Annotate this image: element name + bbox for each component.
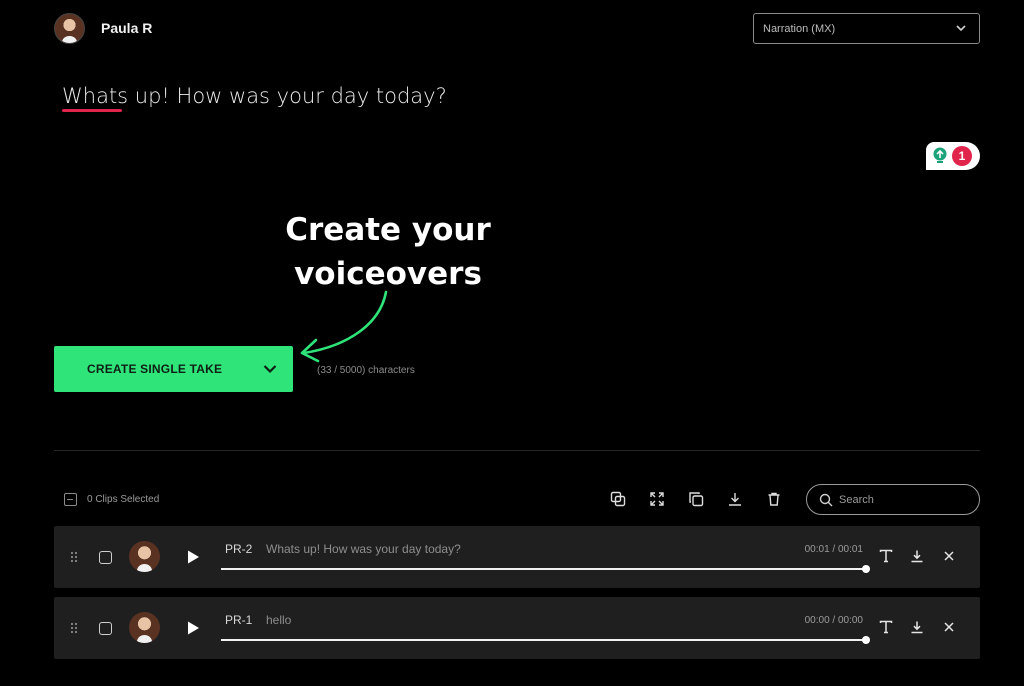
clip-progress-thumb[interactable] — [862, 636, 870, 644]
chevron-down-icon[interactable] — [262, 361, 278, 377]
search-icon — [819, 493, 833, 506]
chevron-down-icon — [956, 25, 966, 32]
create-button-label: CREATE SINGLE TAKE — [87, 362, 223, 376]
create-single-take-button[interactable]: CREATE SINGLE TAKE — [54, 346, 293, 392]
arrow-icon — [300, 290, 388, 363]
clip-progress-fill — [221, 639, 866, 641]
voice-avatar — [129, 612, 160, 643]
user-name: Paula R — [101, 20, 153, 36]
download-icon[interactable] — [726, 490, 744, 508]
voice-select-value: Narration (MX) — [763, 22, 836, 35]
download-icon[interactable] — [909, 548, 925, 564]
clip-text[interactable]: hello — [266, 613, 291, 627]
spellcheck-underline — [62, 109, 122, 112]
drag-handle-icon[interactable] — [70, 622, 78, 634]
close-icon[interactable] — [941, 548, 957, 564]
clip-checkbox[interactable] — [99, 551, 112, 564]
select-all-checkbox[interactable] — [64, 493, 77, 506]
suggestions-badge[interactable]: 1 — [926, 142, 980, 170]
voice-avatar — [129, 541, 160, 572]
user-avatar[interactable] — [54, 13, 85, 44]
clip-progress-slider[interactable] — [221, 636, 870, 644]
text-icon[interactable] — [878, 619, 894, 635]
clip-checkbox[interactable] — [99, 622, 112, 635]
voice-select[interactable]: Narration (MX) — [753, 13, 980, 44]
expand-icon[interactable] — [648, 490, 666, 508]
lightbulb-icon — [933, 147, 947, 163]
script-text-editor[interactable]: Whats up! How was your day today? — [62, 84, 447, 108]
clip-text[interactable]: Whats up! How was your day today? — [266, 542, 461, 556]
merge-icon[interactable] — [609, 490, 627, 508]
divider — [54, 450, 980, 451]
drag-handle-icon[interactable] — [70, 551, 78, 563]
suggestions-count: 1 — [952, 146, 972, 166]
clip-progress-slider[interactable] — [221, 565, 870, 573]
clip-row[interactable]: PR-2 Whats up! How was your day today? 0… — [54, 526, 980, 588]
clip-id: PR-2 — [225, 542, 253, 556]
play-icon[interactable] — [186, 549, 200, 565]
clip-progress-fill — [221, 568, 866, 570]
search-input[interactable] — [839, 493, 969, 506]
clip-time: 00:00 / 00:00 — [804, 615, 863, 626]
close-icon[interactable] — [941, 619, 957, 635]
annotation-line-1: Create your — [285, 212, 491, 248]
clip-time: 00:01 / 00:01 — [804, 544, 863, 555]
text-icon[interactable] — [878, 548, 894, 564]
play-icon[interactable] — [186, 620, 200, 636]
promo-annotation: Create your voiceovers — [280, 208, 496, 296]
clips-selected-label: 0 Clips Selected — [87, 494, 160, 505]
search-box[interactable] — [806, 484, 980, 515]
duplicate-icon[interactable] — [687, 490, 705, 508]
download-icon[interactable] — [909, 619, 925, 635]
clip-row[interactable]: PR-1 hello 00:00 / 00:00 — [54, 597, 980, 659]
character-count: (33 / 5000) characters — [317, 365, 415, 376]
clip-progress-thumb[interactable] — [862, 565, 870, 573]
clip-id: PR-1 — [225, 613, 253, 627]
trash-icon[interactable] — [765, 490, 783, 508]
